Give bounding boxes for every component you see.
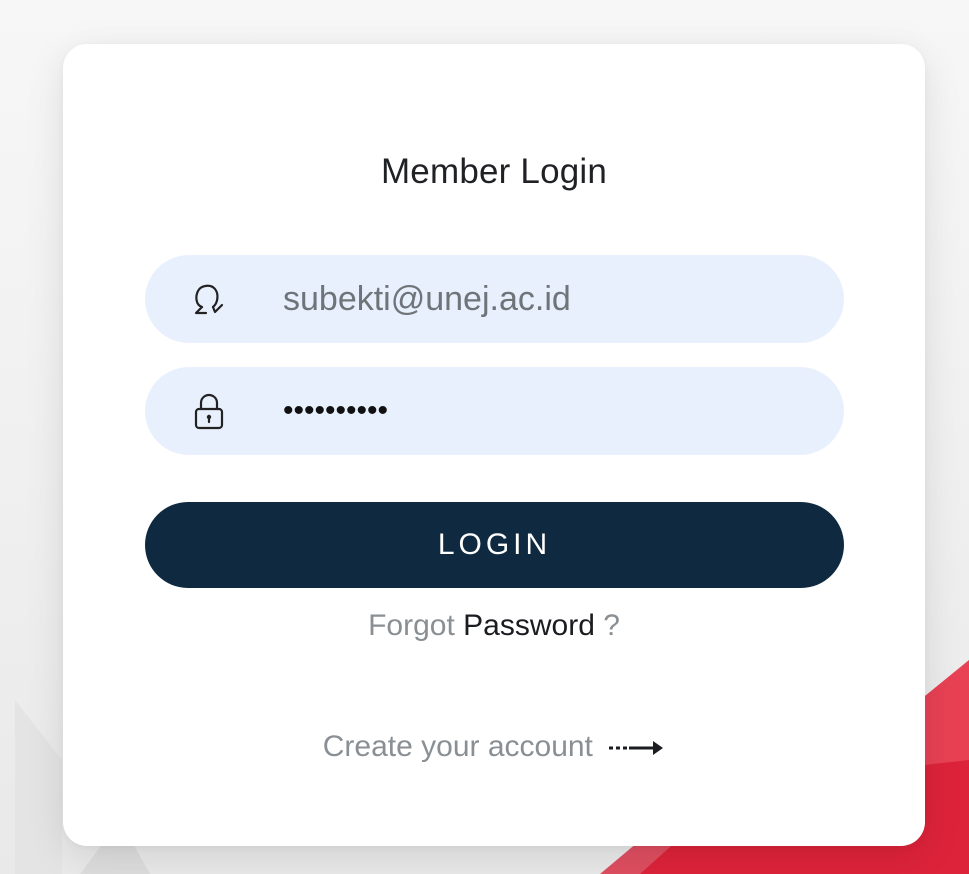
login-card: Member Login LOGIN Forgot Password ? Cre…	[63, 44, 925, 846]
arrow-right-icon	[609, 741, 664, 756]
forgot-password: Forgot Password ?	[63, 609, 925, 643]
forgot-suffix: ?	[603, 609, 620, 642]
forgot-prefix: Forgot	[368, 609, 455, 642]
user-icon	[194, 284, 224, 315]
email-input[interactable]	[283, 255, 803, 343]
password-field[interactable]	[145, 367, 844, 455]
login-button[interactable]: LOGIN	[145, 502, 844, 588]
page-title: Member Login	[380, 152, 608, 191]
create-account-label: Create your account	[322, 730, 593, 763]
create-account-link[interactable]: Create your account	[63, 730, 925, 764]
email-field[interactable]	[145, 255, 844, 343]
password-input[interactable]	[283, 367, 803, 455]
lock-icon	[194, 393, 224, 430]
forgot-password-link[interactable]: Password	[463, 609, 595, 642]
